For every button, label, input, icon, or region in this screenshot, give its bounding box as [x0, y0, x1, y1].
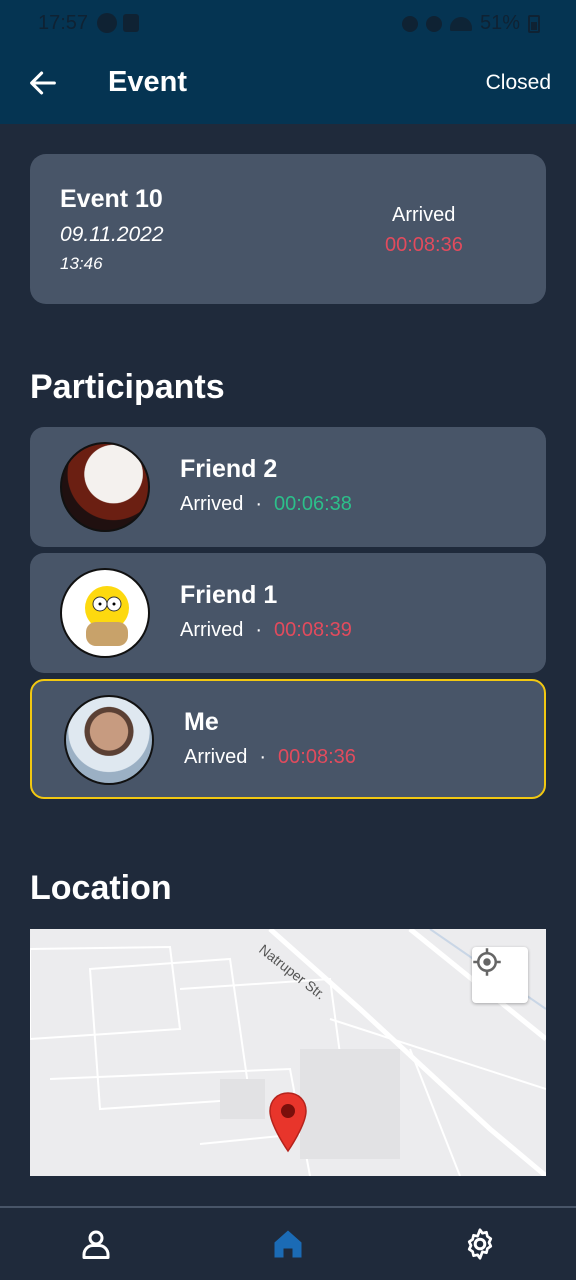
participants-heading: Participants	[30, 368, 225, 406]
participant-card-me[interactable]: Me Arrived · 00:08:36	[30, 679, 546, 799]
bottom-navigation	[0, 1206, 576, 1280]
settings-gear-icon[interactable]	[462, 1226, 498, 1262]
status-bar: 17:57 51%	[0, 0, 576, 48]
avatar	[60, 442, 150, 532]
participant-status: Arrived	[184, 746, 248, 768]
back-arrow-icon[interactable]	[26, 66, 60, 100]
participant-time: 00:08:36	[278, 746, 356, 768]
bluetooth-icon	[401, 15, 418, 32]
separator-dot: ·	[255, 493, 263, 515]
separator-dot: ·	[259, 746, 267, 768]
battery-percent: 51%	[479, 12, 520, 34]
profile-icon[interactable]	[78, 1226, 114, 1262]
event-status: Arrived	[392, 204, 456, 226]
participant-name: Me	[184, 708, 219, 736]
message-notification-icon	[123, 14, 139, 32]
location-heading: Location	[30, 869, 172, 907]
crosshair-icon	[473, 948, 501, 976]
status-time: 17:57	[38, 12, 89, 34]
map-pin-icon[interactable]	[268, 1091, 308, 1153]
home-icon[interactable]	[270, 1226, 306, 1262]
event-name: Event 10	[60, 185, 163, 213]
app-bar: Event Closed	[0, 48, 576, 124]
event-time: 13:46	[60, 254, 103, 273]
participant-name: Friend 2	[180, 455, 278, 483]
avatar	[64, 695, 154, 785]
participant-status: Arrived	[180, 619, 244, 641]
closed-button[interactable]: Closed	[486, 71, 551, 95]
participant-card-friend-1[interactable]: Friend 1 Arrived · 00:08:39	[30, 553, 546, 673]
my-location-button[interactable]	[472, 947, 528, 1003]
participant-time: 00:06:38	[274, 493, 352, 515]
participant-status: Arrived	[180, 493, 244, 515]
wifi-icon	[449, 16, 472, 31]
location-map[interactable]: Natruper Str.	[30, 929, 546, 1176]
battery-icon	[528, 14, 540, 33]
location-icon	[425, 15, 442, 32]
participant-card-friend-2[interactable]: Friend 2 Arrived · 00:06:38	[30, 427, 546, 547]
participant-time: 00:08:39	[274, 619, 352, 641]
page-title: Event	[108, 66, 187, 98]
participant-name: Friend 1	[180, 581, 278, 609]
avatar	[60, 568, 150, 658]
notification-icons	[97, 13, 139, 33]
event-card: Event 10 09.11.2022 13:46 Arrived 00:08:…	[30, 154, 546, 304]
event-date: 09.11.2022	[60, 223, 164, 246]
separator-dot: ·	[255, 619, 263, 641]
system-icons: 51%	[401, 12, 540, 35]
event-duration: 00:08:36	[385, 234, 463, 256]
app-notification-icon	[97, 13, 117, 33]
